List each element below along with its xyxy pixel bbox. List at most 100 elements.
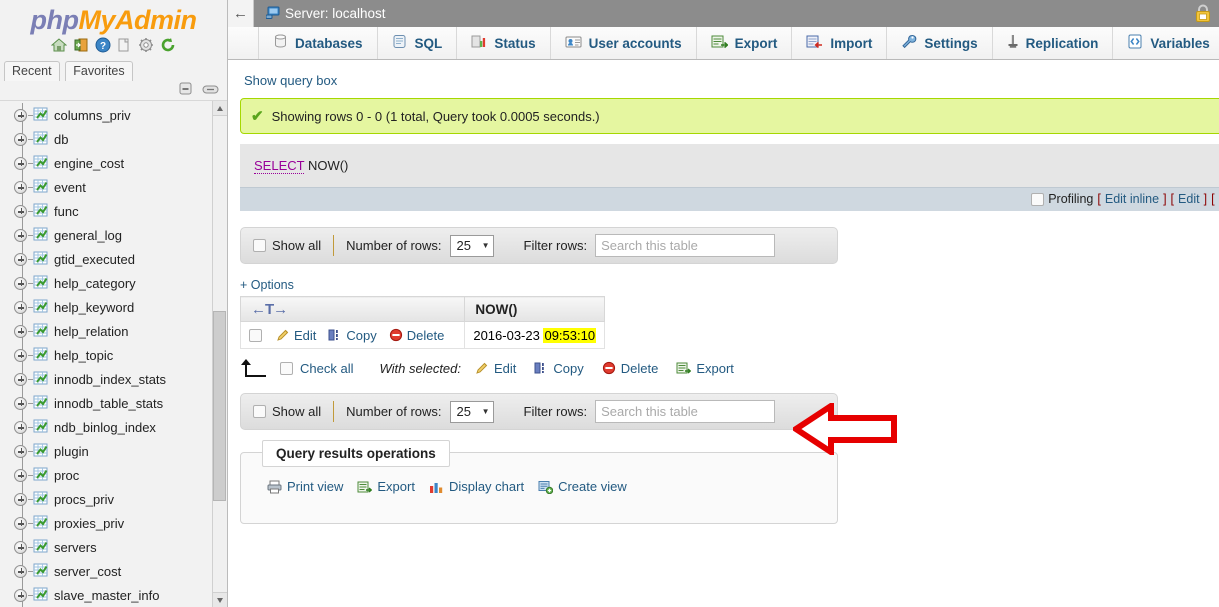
padlock-icon[interactable] [1193,3,1213,27]
filter-rows-input-bottom[interactable]: Search this table [595,400,776,423]
logout-icon[interactable] [73,37,89,55]
filter-rows-label-top: Filter rows: [523,238,588,253]
row-copy-action[interactable]: Copy [328,328,377,343]
expand-icon[interactable] [14,588,27,602]
back-button[interactable]: ← [228,0,254,27]
show-query-box-link[interactable]: Show query box [228,60,1219,98]
column-header-now[interactable]: NOW() [464,296,606,322]
edit-link[interactable]: Edit [1178,192,1200,206]
docs-icon[interactable] [116,37,132,55]
tree-item[interactable]: innodb_table_stats [0,391,227,415]
nav-tab-import[interactable]: Import [792,27,888,59]
sort-arrows-icon[interactable]: ←T→ [251,301,288,318]
tree-item[interactable]: columns_priv [0,103,227,127]
edit-inline-link[interactable]: Edit inline [1105,192,1159,206]
tree-item[interactable]: servers [0,535,227,559]
row-delete-action[interactable]: Delete [389,328,444,343]
check-all-checkbox[interactable] [280,361,293,375]
expand-icon[interactable] [14,156,27,170]
options-toggle-link[interactable]: + Options [240,278,1219,292]
expand-icon[interactable] [14,252,27,266]
expand-icon[interactable] [14,108,27,122]
nav-tab-replication[interactable]: Replication [993,27,1114,59]
phpmyadmin-logo[interactable]: phpMyAdmin [0,0,227,36]
tree-item[interactable]: ndb_binlog_index [0,415,227,439]
row-edit-action[interactable]: Edit [276,328,316,343]
tree-item[interactable]: help_keyword [0,295,227,319]
expand-icon[interactable] [14,276,27,290]
filter-rows-input-top[interactable]: Search this table [595,234,776,257]
tree-item[interactable]: help_category [0,271,227,295]
table-icon [33,323,49,340]
expand-icon[interactable] [14,348,27,362]
nav-tab-status[interactable]: Status [457,27,551,59]
tree-item[interactable]: proc [0,463,227,487]
tree-item[interactable]: general_log [0,223,227,247]
link-with-main-panel-icon[interactable] [202,84,219,99]
expand-icon[interactable] [14,396,27,410]
expand-icon[interactable] [14,228,27,242]
expand-icon[interactable] [14,564,27,578]
home-icon[interactable] [51,37,68,55]
help-icon[interactable]: ? [95,37,111,55]
tree-item[interactable]: procs_priv [0,487,227,511]
tree-item[interactable]: func [0,199,227,223]
expand-icon[interactable] [14,180,27,194]
nav-tab-settings[interactable]: Settings [887,27,993,59]
expand-icon[interactable] [14,492,27,506]
expand-icon[interactable] [14,420,27,434]
tree-item[interactable]: slave_master_info [0,583,227,607]
nav-tab-export[interactable]: Export [697,27,793,59]
display-chart-link[interactable]: Display chart [429,479,524,494]
expand-icon[interactable] [14,444,27,458]
collapse-all-icon[interactable] [177,82,198,101]
expand-icon[interactable] [14,204,27,218]
expand-icon[interactable] [14,468,27,482]
nav-tab-variables[interactable]: Variables [1113,27,1219,59]
sidebar-tab-recent[interactable]: Recent [4,61,60,82]
settings-icon[interactable] [138,37,154,55]
show-all-checkbox-top[interactable] [253,239,266,252]
tree-item[interactable]: db [0,127,227,151]
expand-icon[interactable] [14,324,27,338]
tree-item[interactable]: event [0,175,227,199]
nav-tab-databases[interactable]: Databases [258,27,378,59]
tree-item[interactable]: help_relation [0,319,227,343]
nav-tab-sql[interactable]: SQL [378,27,458,59]
expand-icon[interactable] [14,132,27,146]
reload-icon[interactable] [160,37,176,55]
number-of-rows-value-top: 25 [456,238,471,253]
profiling-checkbox[interactable] [1031,192,1045,206]
nav-tab-user-accounts[interactable]: User accounts [551,27,697,59]
tree-item[interactable]: server_cost [0,559,227,583]
tree-item[interactable]: proxies_priv [0,511,227,535]
expand-icon[interactable] [14,516,27,530]
print-view-link[interactable]: Print view [267,479,343,494]
scrollbar-thumb[interactable] [213,311,226,501]
sidebar-tab-favorites[interactable]: Favorites [65,61,133,82]
with-selected-export[interactable]: Export [676,361,734,376]
show-all-checkbox-bottom[interactable] [253,405,266,418]
with-selected-edit[interactable]: Edit [475,361,516,376]
expand-icon[interactable] [14,300,27,314]
expand-icon[interactable] [14,540,27,554]
select-all-arrow-icon[interactable] [240,359,266,377]
row-checkbox[interactable] [249,328,262,342]
create-view-link[interactable]: Create view [538,479,627,494]
tree-item[interactable]: help_topic [0,343,227,367]
with-selected-delete[interactable]: Delete [602,361,658,376]
tree-item[interactable]: plugin [0,439,227,463]
scroll-down-arrow-icon[interactable] [213,592,227,607]
export-link[interactable]: Export [357,479,415,494]
sidebar-scrollbar[interactable] [212,101,227,607]
row-value-now[interactable]: 2016-03-23 09:53:10 [464,321,606,349]
tree-item[interactable]: innodb_index_stats [0,367,227,391]
check-all-label[interactable]: Check all [300,361,353,376]
tree-item[interactable]: gtid_executed [0,247,227,271]
scroll-up-arrow-icon[interactable] [213,101,227,116]
tree-item[interactable]: engine_cost [0,151,227,175]
with-selected-copy[interactable]: Copy [534,361,584,376]
number-of-rows-select-top[interactable]: 25 ▼ [449,234,494,257]
expand-icon[interactable] [14,372,27,386]
number-of-rows-select-bottom[interactable]: 25 ▼ [449,400,494,423]
